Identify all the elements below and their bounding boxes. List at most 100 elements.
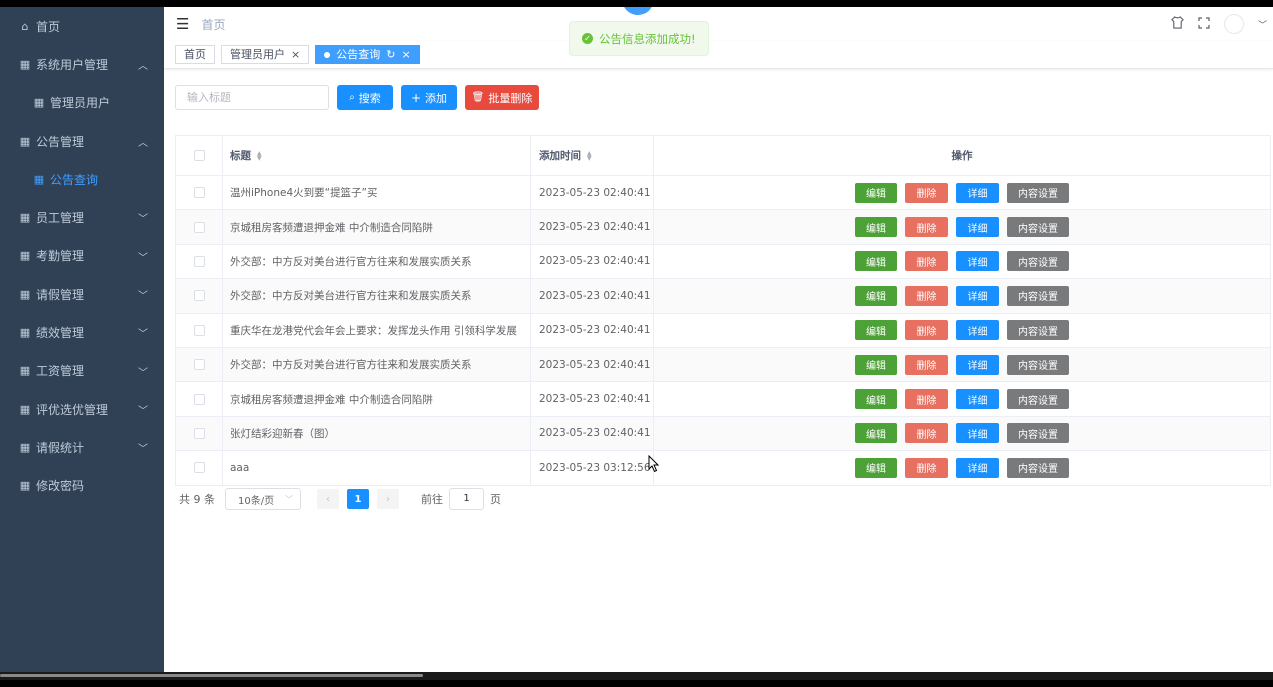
sidebar-item[interactable]: ⌂ 首页 (0, 7, 164, 45)
row-checkbox[interactable] (193, 427, 205, 439)
refresh-icon[interactable]: ↻ (386, 46, 395, 63)
tag-1[interactable]: 管理员用户 × (221, 45, 310, 64)
breadcrumb[interactable]: 首页 (201, 16, 225, 33)
edit-button[interactable]: 编辑 (855, 457, 897, 478)
chevron-down-icon: ﹀ (138, 444, 148, 456)
delete-button[interactable]: 删除 (905, 320, 948, 341)
hamburger-icon[interactable]: ☰ (176, 15, 189, 33)
delete-button[interactable]: 删除 (905, 251, 948, 272)
edit-button[interactable]: 编辑 (855, 354, 897, 375)
sidebar-item[interactable]: ▦ 公告管理 ︿ (0, 122, 164, 160)
detail-button[interactable]: 详细 (956, 354, 999, 375)
detail-button[interactable]: 详细 (956, 389, 999, 410)
page-number-current[interactable]: 1 (347, 489, 369, 509)
tag-2[interactable]: 公告查询 ↻ × (315, 45, 420, 64)
row-checkbox[interactable] (193, 187, 205, 199)
content-settings-button[interactable]: 内容设置 (1007, 354, 1069, 375)
content-settings-button[interactable]: 内容设置 (1007, 457, 1069, 478)
detail-button[interactable]: 详细 (956, 182, 999, 203)
delete-button[interactable]: 删除 (905, 389, 948, 410)
title-column-header[interactable]: 标题 ▲ ▼ (223, 136, 531, 175)
row-checkbox[interactable] (193, 359, 205, 371)
row-checkbox[interactable] (193, 393, 205, 405)
content-settings-button[interactable]: 内容设置 (1007, 217, 1069, 238)
sidebar-item[interactable]: ▦ 系统用户管理 ︿ (0, 45, 164, 83)
edit-button[interactable]: 编辑 (855, 320, 897, 341)
add-button[interactable]: + 添加 (401, 85, 457, 110)
grid-icon: ▦ (19, 287, 31, 301)
title-cell: 重庆华在龙港党代会年会上要求：发挥龙头作用 引领科学发展 (223, 313, 531, 347)
row-checkbox[interactable] (193, 221, 205, 233)
edit-button[interactable]: 编辑 (855, 182, 897, 203)
delete-button[interactable]: 删除 (905, 182, 948, 203)
next-page-button[interactable]: › (377, 489, 399, 509)
horizontal-scrollbar[interactable] (0, 672, 1273, 680)
detail-button[interactable]: 详细 (956, 251, 999, 272)
detail-button[interactable]: 详细 (956, 217, 999, 238)
delete-button[interactable]: 删除 (905, 423, 948, 444)
row-select-cell (176, 382, 223, 416)
grid-icon: ▦ (19, 211, 31, 225)
sidebar-item[interactable]: ▦ 管理员用户 (0, 84, 164, 122)
row-select-cell (176, 210, 223, 244)
sidebar-item[interactable]: ▦ 员工管理 ﹀ (0, 198, 164, 236)
content-settings-button[interactable]: 内容设置 (1007, 285, 1069, 306)
sidebar-item[interactable]: ▦ 公告查询 (0, 160, 164, 198)
row-checkbox[interactable] (193, 462, 205, 474)
sidebar-item[interactable]: ▦ 工资管理 ﹀ (0, 352, 164, 390)
shirt-icon[interactable] (1171, 16, 1184, 32)
content-settings-button[interactable]: 内容设置 (1007, 423, 1069, 444)
detail-button[interactable]: 详细 (956, 423, 999, 444)
edit-button[interactable]: 编辑 (855, 423, 897, 444)
sidebar-item[interactable]: ▦ 请假统计 ﹀ (0, 428, 164, 466)
fullscreen-icon[interactable] (1198, 16, 1210, 32)
content-settings-button[interactable]: 内容设置 (1007, 389, 1069, 410)
edit-button[interactable]: 编辑 (855, 285, 897, 306)
close-icon[interactable]: × (401, 46, 410, 63)
content-settings-button[interactable]: 内容设置 (1007, 182, 1069, 203)
sidebar-item[interactable]: ▦ 评优选优管理 ﹀ (0, 390, 164, 428)
sidebar-item[interactable]: ▦ 绩效管理 ﹀ (0, 313, 164, 351)
time-cell: 2023-05-23 02:40:41 (531, 279, 654, 313)
chevron-down-icon[interactable]: ﹀ (1258, 18, 1267, 31)
title-search-input[interactable] (175, 85, 329, 110)
content-settings-button[interactable]: 内容设置 (1007, 251, 1069, 272)
detail-button[interactable]: 详细 (956, 457, 999, 478)
delete-button[interactable]: 删除 (905, 285, 948, 306)
close-icon[interactable]: × (291, 46, 300, 63)
page-size-select[interactable]: 10条/页 ﹀ (225, 488, 301, 510)
table-row: 重庆华在龙港党代会年会上要求：发挥龙头作用 引领科学发展 2023-05-23 0… (176, 313, 1270, 348)
title-cell: aaa (223, 451, 531, 485)
batch-delete-button[interactable]: 🗑 批量删除 (465, 85, 539, 110)
row-checkbox[interactable] (193, 255, 205, 267)
chevron-up-icon: ︿ (138, 137, 148, 149)
delete-button[interactable]: 删除 (905, 457, 948, 478)
sidebar-item[interactable]: ▦ 修改密码 (0, 467, 164, 505)
row-checkbox[interactable] (193, 324, 205, 336)
sidebar-item[interactable]: ▦ 考勤管理 ﹀ (0, 237, 164, 275)
prev-page-button[interactable]: ‹ (317, 489, 339, 509)
scrollbar-thumb[interactable] (0, 674, 423, 677)
tag-0[interactable]: 首页 (175, 45, 215, 64)
edit-button[interactable]: 编辑 (855, 251, 897, 272)
delete-button[interactable]: 删除 (905, 217, 948, 238)
edit-button[interactable]: 编辑 (855, 217, 897, 238)
sidebar-item[interactable]: ▦ 请假管理 ﹀ (0, 275, 164, 313)
edit-button[interactable]: 编辑 (855, 389, 897, 410)
detail-button[interactable]: 详细 (956, 285, 999, 306)
search-button[interactable]: ⌕ 搜索 (337, 85, 393, 110)
goto-page-input[interactable]: 1 (449, 488, 484, 510)
content-settings-button[interactable]: 内容设置 (1007, 320, 1069, 341)
sort-icon[interactable]: ▲ ▼ (257, 150, 262, 161)
select-all-checkbox[interactable] (193, 150, 205, 161)
detail-button[interactable]: 详细 (956, 320, 999, 341)
delete-button[interactable]: 删除 (905, 354, 948, 375)
title-cell: 温州iPhone4火到要“提篮子”买 (223, 176, 531, 210)
time-column-header[interactable]: 添加时间 ▲ ▼ (531, 136, 654, 175)
title-cell: 外交部：中方反对美台进行官方往来和发展实质关系 (223, 244, 531, 279)
chevron-down-icon: ﹀ (138, 291, 148, 303)
sort-icon[interactable]: ▲ ▼ (587, 150, 592, 161)
row-checkbox[interactable] (193, 290, 205, 302)
avatar[interactable] (1223, 14, 1244, 34)
sidebar-item-label: 首页 (36, 19, 61, 34)
